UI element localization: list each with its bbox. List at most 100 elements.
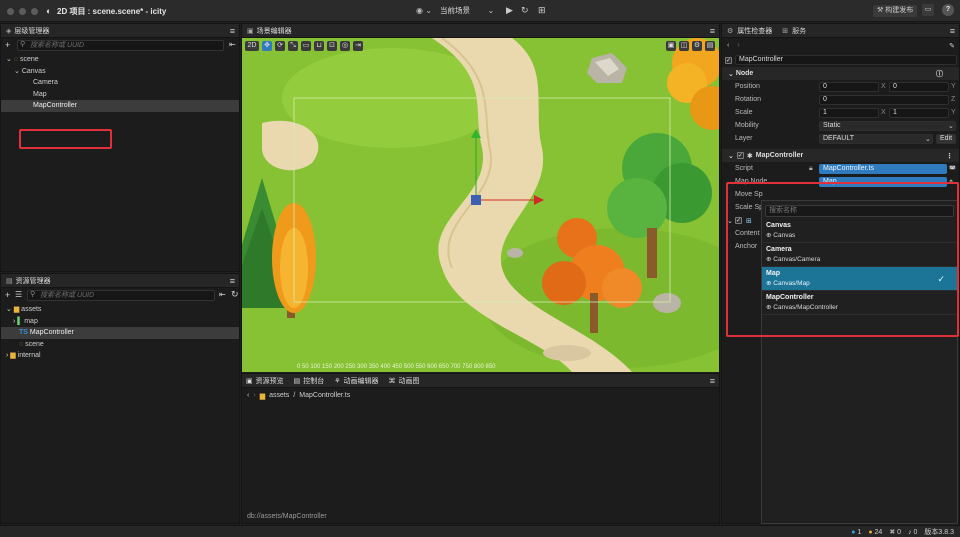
position-y-input[interactable]: 0 [889, 81, 949, 92]
hierarchy-menu-icon[interactable]: ≡ [230, 26, 235, 36]
scale-x-input[interactable]: 1 [819, 107, 879, 118]
view-icon[interactable]: ▤ [705, 41, 715, 51]
expand-arrow-icon[interactable]: ⌄ [6, 56, 12, 63]
assets-menu-icon[interactable]: ≡ [230, 276, 235, 286]
expand-arrow-icon[interactable]: ⌄ [6, 306, 12, 313]
inspector-title[interactable]: 属性检查器 [737, 26, 772, 36]
zoom-window-button[interactable] [31, 8, 38, 15]
tab-label: 动画编辑器 [343, 377, 379, 385]
component-section-header[interactable]: ⌄ ✓ ✱ MapController ⋮ [722, 149, 959, 162]
scene-ruler: 0 50 100 150 200 250 300 350 400 450 500… [297, 364, 496, 370]
tab-services[interactable]: 服务 [792, 26, 806, 36]
scene-selector[interactable]: 当前场景 ⌄ [440, 5, 500, 16]
forward-icon[interactable]: › [253, 392, 255, 399]
component-menu-icon[interactable]: ⋮ [946, 152, 953, 160]
tree-node-map[interactable]: Map [1, 89, 239, 101]
axis-label: X [881, 109, 886, 116]
tab-animation-editor[interactable]: ⚘ 动画编辑器 [334, 376, 378, 386]
breadcrumb-file[interactable]: MapController.ts [299, 392, 350, 399]
hierarchy-panel: ◈ 层级管理器 ≡ + 搜索名称或 UUID ⚲ ⇤ ⌄ ◌ scene ⌄ C… [0, 23, 240, 272]
breadcrumb-folder[interactable]: assets [269, 392, 289, 399]
layer-select[interactable]: DEFAULT [819, 133, 933, 144]
tree-node-canvas[interactable]: ⌄ Canvas [1, 66, 239, 78]
help-icon[interactable]: ? [942, 4, 954, 16]
hierarchy-title: 层级管理器 [14, 27, 50, 35]
assets-search-input[interactable]: 搜索名称或 UUID [27, 290, 215, 301]
pivot-icon[interactable]: ⊡ [327, 41, 337, 51]
asset-map[interactable]: › ▌ map [1, 316, 239, 328]
notification-count[interactable]: ♪ 0 [908, 529, 917, 536]
minimize-window-button[interactable] [19, 8, 26, 15]
add-node-icon[interactable]: + [5, 40, 10, 50]
asset-scene[interactable]: ◌ scene [1, 339, 239, 351]
help-circle-icon[interactable]: ⓘ [936, 69, 943, 79]
rect-tool-icon[interactable]: ▭ [301, 41, 311, 51]
collapse-arrow-icon[interactable]: › [13, 318, 15, 325]
collapse-icon[interactable]: ⇤ [219, 290, 226, 299]
tab-animation-graph[interactable]: ⌘ 动画图 [389, 376, 420, 386]
tree-node-camera[interactable]: Camera [1, 77, 239, 89]
layer-edit-button[interactable]: Edit [936, 133, 956, 144]
tab-asset-preview[interactable]: ▣ 资源预览 [246, 376, 284, 386]
inspector-menu-icon[interactable]: ≡ [950, 26, 955, 36]
gizmo-icon[interactable]: ▣ [666, 41, 676, 51]
preview-qr-icon[interactable]: ⊞ [538, 5, 546, 16]
refresh-assets-icon[interactable]: ↻ [231, 289, 239, 300]
transform-tool-icon[interactable]: ⊔ [314, 41, 324, 51]
tab-label: 资源预览 [255, 377, 284, 385]
rotation-label: Rotation [735, 96, 762, 103]
tab-console[interactable]: ▤ 控制台 [294, 376, 325, 386]
play-icon[interactable]: ▶ [506, 5, 513, 16]
component-title: MapController [755, 152, 804, 159]
scene-viewport[interactable]: 2D ✥ ⟳ ⤡ ▭ ⊔ ⊡ ◎ ⇥ ▣ ◫ ⚙ ▤ 0 50 100 150 … [242, 38, 719, 372]
scene-icon: ◌ [19, 340, 24, 348]
ts-icon: TS [19, 329, 28, 336]
move-tool-icon[interactable]: ✥ [262, 41, 272, 51]
info-count[interactable]: ● 1 [851, 529, 861, 536]
back-icon[interactable]: ‹ [247, 392, 249, 399]
error-count[interactable]: ✖ 0 [889, 528, 901, 536]
node-section-header[interactable]: ⌄ Node ⓘ [722, 67, 959, 80]
hierarchy-search-input[interactable]: 搜索名称或 UUID [17, 40, 224, 51]
position-x-input[interactable]: 0 [819, 81, 879, 92]
component-enabled-checkbox[interactable]: ✓ [736, 152, 744, 159]
settings-icon[interactable]: ⚙ [692, 41, 702, 51]
warning-count[interactable]: ● 24 [868, 529, 882, 536]
collapse-all-icon[interactable]: ⇤ [229, 40, 236, 49]
snap-icon[interactable]: ⇥ [353, 41, 363, 51]
add-asset-icon[interactable]: + [5, 290, 10, 300]
inspector-icon: ⚙ [727, 27, 734, 35]
back-icon[interactable]: ‹ [727, 42, 729, 49]
scale-row: Scale 1 X 1 Y [722, 106, 959, 119]
sort-icon[interactable]: ☰ [15, 290, 22, 299]
build-publish-button[interactable]: ⚒ 构建发布 [873, 5, 918, 17]
node-active-checkbox[interactable]: ✓ [725, 56, 732, 64]
node-name-input[interactable]: MapController [735, 55, 957, 65]
scale-tool-icon[interactable]: ⤡ [288, 41, 298, 51]
script-field[interactable]: MapController.ts [819, 163, 947, 174]
camera-icon[interactable]: ◫ [679, 41, 689, 51]
expand-arrow-icon[interactable]: ⌄ [14, 68, 20, 75]
collapse-arrow-icon[interactable]: › [6, 352, 8, 359]
bottom-menu-icon[interactable]: ≡ [710, 376, 715, 386]
close-window-button[interactable] [7, 8, 14, 15]
rotate-tool-icon[interactable]: ⟳ [275, 41, 285, 51]
scene-menu-icon[interactable]: ≡ [710, 26, 715, 36]
folder-open-icon[interactable]: ▭ [922, 4, 934, 16]
tree-node-mapcontroller[interactable]: MapController [1, 100, 239, 112]
open-script-icon[interactable]: ◚ [949, 165, 956, 173]
tree-node-scene[interactable]: ⌄ ◌ scene [1, 54, 239, 66]
asset-assets[interactable]: ⌄ ▆ assets [1, 304, 239, 316]
2d-toggle[interactable]: 2D [245, 41, 259, 51]
scene-globe-icon[interactable]: ◉ ⌄ [416, 6, 432, 15]
rotation-input[interactable]: 0 [819, 94, 949, 105]
space-icon[interactable]: ◎ [340, 41, 350, 51]
mobility-select[interactable]: Static [819, 120, 956, 131]
forward-icon[interactable]: › [737, 42, 739, 49]
pin-icon[interactable]: ✎ [949, 42, 955, 50]
scale-y-input[interactable]: 1 [889, 107, 949, 118]
refresh-icon[interactable]: ↻ [521, 5, 529, 16]
asset-internal[interactable]: › ▆ internal [1, 350, 239, 362]
rotation-row: Rotation 0 Z [722, 93, 959, 106]
asset-mapcontroller[interactable]: TS MapController [1, 327, 239, 339]
